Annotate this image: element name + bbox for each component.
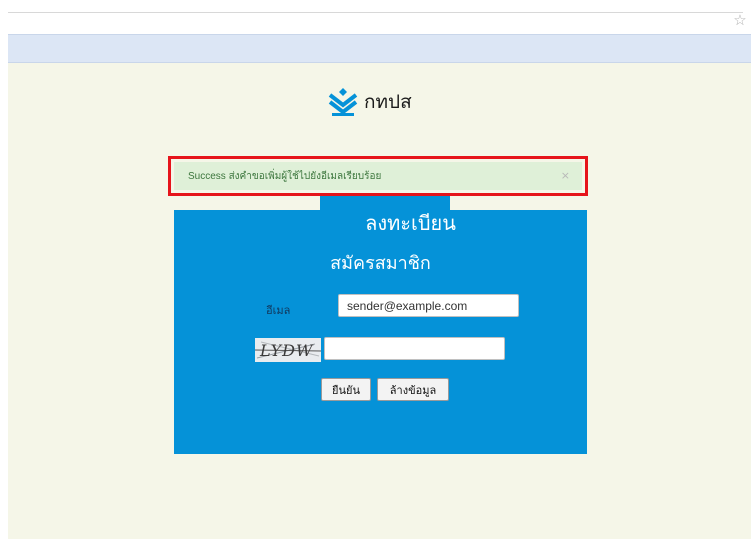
- captcha-image: LYDW: [254, 338, 322, 362]
- logo-text: กทปส: [364, 91, 412, 113]
- bookmarks-bar: [8, 34, 751, 63]
- email-label: อีเมล: [266, 304, 291, 317]
- star-icon[interactable]: ☆: [732, 12, 748, 28]
- success-alert: Success ส่งคำขอเพิ่มผู้ใช้ไปยังอีเมลเรีย…: [174, 162, 582, 190]
- chevron-stack-icon: [328, 88, 358, 116]
- email-field[interactable]: [338, 294, 519, 317]
- captcha-field[interactable]: [324, 337, 505, 360]
- page-title: ลงทะเบียน: [365, 211, 456, 235]
- close-icon[interactable]: ×: [561, 169, 570, 182]
- submit-button[interactable]: ยืนยัน: [321, 378, 371, 401]
- registration-panel: ลงทะเบียน สมัครสมาชิก อีเมล LYDW ยืนยัน …: [174, 196, 587, 454]
- site-logo[interactable]: กทปส: [328, 85, 412, 119]
- toolbar-divider: [8, 12, 743, 13]
- page-content: กทปส Success ส่งคำขอเพิ่มผู้ใช้ไปยังอีเม…: [8, 63, 751, 539]
- form-subtitle: สมัครสมาชิก: [330, 253, 431, 274]
- captcha-text: LYDW: [259, 341, 314, 360]
- alert-highlight: Success ส่งคำขอเพิ่มผู้ใช้ไปยังอีเมลเรีย…: [168, 156, 588, 196]
- browser-toolbar: ☆: [0, 0, 751, 34]
- alert-message: Success ส่งคำขอเพิ่มผู้ใช้ไปยังอีเมลเรีย…: [188, 170, 382, 182]
- clear-button[interactable]: ล้างข้อมูล: [377, 378, 449, 401]
